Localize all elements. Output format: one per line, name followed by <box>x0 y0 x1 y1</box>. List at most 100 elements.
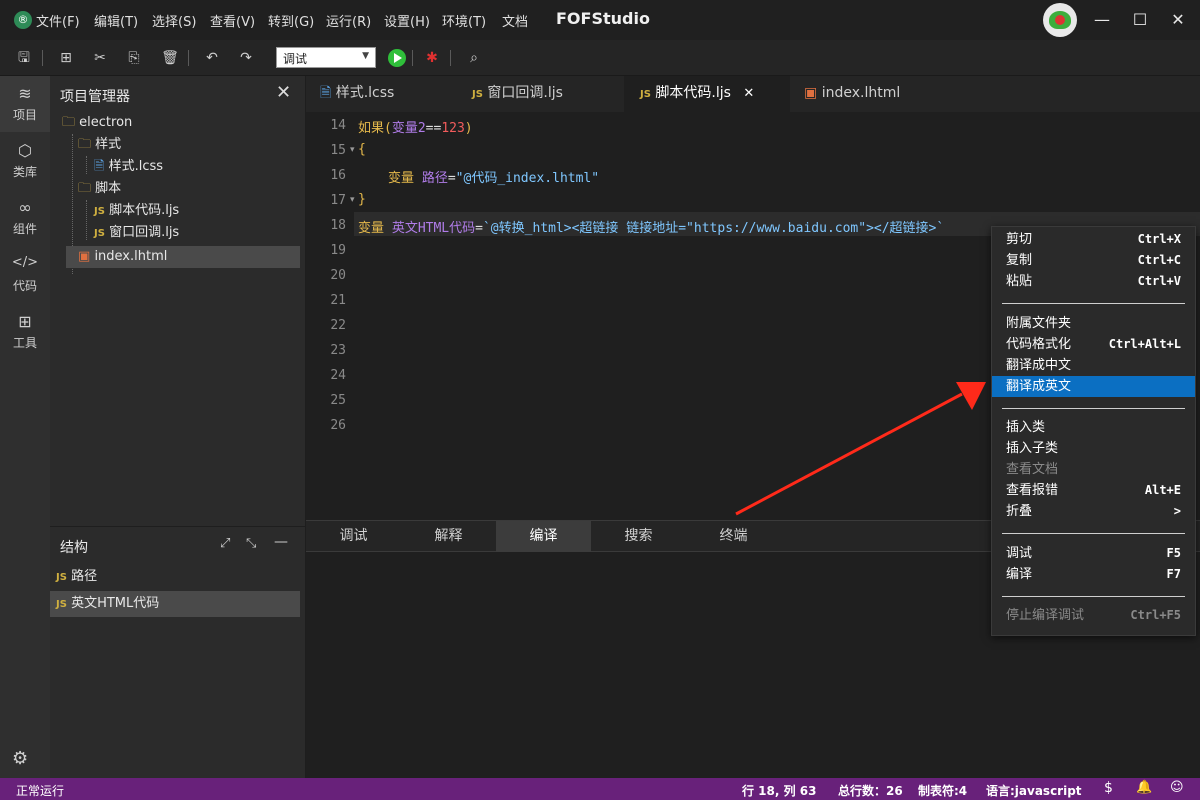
line-number: 19 <box>330 243 346 258</box>
menu-edit[interactable]: 编辑(T) <box>94 11 138 30</box>
menu-item-shortcut: F7 <box>1166 567 1181 581</box>
menu-item-copy[interactable]: 复制 Ctrl+C <box>992 250 1195 271</box>
maximize-icon[interactable]: ☐ <box>1128 8 1152 32</box>
save-icon[interactable]: 🖫 <box>14 48 34 68</box>
close-window-icon[interactable]: ✕ <box>1166 8 1190 32</box>
status-language[interactable]: 语言:javascript <box>986 782 1082 799</box>
code-line: 变量 英文HTML代码=`@转换_html><超链接 链接地址="https:/… <box>358 217 944 236</box>
activity-project[interactable]: ≋ 项目 <box>0 76 50 132</box>
menu-item-shortcut: Ctrl+X <box>1137 232 1181 246</box>
fold-chevron-icon[interactable]: ▾ <box>350 145 355 155</box>
tree-item-electron[interactable]: 🗀 electron <box>62 112 132 134</box>
menu-file[interactable]: 文件(F) <box>36 11 80 30</box>
tree-item-styles-file[interactable]: 🗎 样式.lcss <box>94 156 163 178</box>
menu-item-insert-subclass[interactable]: 插入子类 <box>992 438 1195 459</box>
panel-tab-terminal[interactable]: 终端 <box>686 521 781 552</box>
tab-script-code[interactable]: JS 脚本代码.ljs ✕ <box>624 76 790 112</box>
menu-item-format-code[interactable]: 代码格式化 Ctrl+Alt+L <box>992 334 1195 355</box>
menu-item-paste[interactable]: 粘贴 Ctrl+V <box>992 271 1195 292</box>
cut-icon[interactable]: ✂ <box>90 48 110 68</box>
panel-tab-interpret[interactable]: 解释 <box>401 521 496 552</box>
donate-icon[interactable]: $ <box>1104 780 1113 796</box>
menu-item-attached-folder[interactable]: 附属文件夹 <box>992 313 1195 334</box>
mode-select[interactable]: 调试 ▼ <box>276 47 376 68</box>
menu-select[interactable]: 选择(S) <box>152 11 196 30</box>
close-tab-icon[interactable]: ✕ <box>743 86 754 101</box>
feedback-icon[interactable]: ☺ <box>1170 780 1184 795</box>
menu-settings[interactable]: 设置(H) <box>384 11 430 30</box>
tree-item-window-callback[interactable]: JS 窗口回调.ljs <box>94 222 179 244</box>
panel-tab-search[interactable]: 搜索 <box>591 521 686 552</box>
expand-icon[interactable]: ⤢ <box>220 536 230 551</box>
folder-icon: 🗀 <box>78 137 92 152</box>
copy-icon[interactable]: ⎘ <box>124 48 144 68</box>
line-number: 26 <box>330 418 346 433</box>
new-file-icon[interactable]: ⊞ <box>56 48 76 68</box>
menu-goto[interactable]: 转到(G) <box>268 11 314 30</box>
activity-tools[interactable]: ⊞ 工具 <box>0 304 50 360</box>
code-token: 变量 <box>388 171 422 186</box>
menu-item-stop-debug: 停止编译调试 Ctrl+F5 <box>992 605 1195 626</box>
structure-item[interactable]: JS 英文HTML代码 <box>56 593 159 615</box>
menu-run[interactable]: 运行(R) <box>326 11 371 30</box>
gear-icon[interactable]: ⚙ <box>12 748 28 769</box>
code-line: 变量 路径="@代码_index.lhtml" <box>388 167 599 186</box>
code-token: 变量 <box>358 221 392 236</box>
activity-library[interactable]: ⬡ 类库 <box>0 133 50 189</box>
code-token: 变量2 <box>391 121 426 136</box>
minimize-panel-icon[interactable]: — <box>274 534 288 550</box>
line-number: 25 <box>330 393 346 408</box>
title-bar: ® 文件(F) 编辑(T) 选择(S) 查看(V) 转到(G) 运行(R) 设置… <box>0 0 1200 40</box>
menu-item-insert-class[interactable]: 插入类 <box>992 417 1195 438</box>
panel-tab-debug[interactable]: 调试 <box>306 521 401 552</box>
menu-item-label: 查看文档 <box>1006 462 1059 477</box>
structure-item[interactable]: JS 路径 <box>56 566 97 588</box>
menu-item-fold[interactable]: 折叠 > <box>992 501 1195 522</box>
activity-code[interactable]: </> 代码 <box>0 247 50 303</box>
search-file-icon[interactable]: ⌕ <box>464 48 484 68</box>
folder-icon: 🗀 <box>78 181 92 196</box>
activity-components[interactable]: ∞ 组件 <box>0 190 50 246</box>
panel-tab-compile[interactable]: 编译 <box>496 521 591 552</box>
bell-icon[interactable]: 🔔 <box>1136 780 1152 795</box>
code-line: { <box>358 142 366 157</box>
menu-item-compile[interactable]: 编译 F7 <box>992 564 1195 585</box>
collapse-icon[interactable]: ⤡ <box>246 536 256 551</box>
menu-item-label: 调试 <box>1006 546 1033 561</box>
menu-item-debug[interactable]: 调试 F5 <box>992 543 1195 564</box>
avatar[interactable] <box>1043 3 1077 37</box>
status-tab-size[interactable]: 制表符:4 <box>918 782 967 799</box>
tab-window-callback[interactable]: JS 窗口回调.ljs <box>456 76 624 112</box>
tree-item-label: 样式.lcss <box>108 159 164 174</box>
tree-item-index-html[interactable]: ▣ index.lhtml <box>78 246 167 268</box>
menu-item-label: 翻译成中文 <box>1006 358 1072 373</box>
tree-item-label: 样式 <box>95 137 122 152</box>
menu-environment[interactable]: 环境(T) <box>442 11 486 30</box>
menu-view[interactable]: 查看(V) <box>210 11 255 30</box>
tree-item-label: 窗口回调.ljs <box>109 225 180 240</box>
tree-item-script-code[interactable]: JS 脚本代码.ljs <box>94 200 179 222</box>
tab-index-lhtml[interactable]: ▣ index.lhtml <box>790 76 960 112</box>
menu-item-translate-chinese[interactable]: 翻译成中文 <box>992 355 1195 376</box>
redo-icon[interactable]: ↷ <box>236 48 256 68</box>
toolbar-divider <box>42 50 43 66</box>
fold-chevron-icon[interactable]: ▾ <box>350 195 355 205</box>
minimize-icon[interactable]: — <box>1090 8 1114 32</box>
undo-icon[interactable]: ↶ <box>202 48 222 68</box>
close-icon[interactable]: ✕ <box>276 82 291 103</box>
tab-styles-lcss[interactable]: 🗎 样式.lcss <box>306 76 456 112</box>
menu-item-view-errors[interactable]: 查看报错 Alt+E <box>992 480 1195 501</box>
menu-item-cut[interactable]: 剪切 Ctrl+X <box>992 229 1195 250</box>
run-icon[interactable] <box>388 49 406 67</box>
debug-bug-icon[interactable]: ✱ <box>422 48 442 68</box>
menu-item-translate-english[interactable]: 翻译成英文 <box>992 376 1195 397</box>
tree-item-scripts-folder[interactable]: 🗀 脚本 <box>78 178 121 200</box>
delete-icon[interactable]: 🗑 <box>160 48 180 68</box>
toolbar-divider <box>450 50 451 66</box>
status-cursor-position[interactable]: 行 18, 列 63 <box>742 782 817 799</box>
tree-item-styles-folder[interactable]: 🗀 样式 <box>78 134 121 156</box>
code-token: `@转换_html><超链接 链接地址="https://www.baidu.c… <box>482 221 945 236</box>
menu-item-label: 代码格式化 <box>1006 337 1072 352</box>
menu-item-label: 翻译成英文 <box>1006 379 1072 394</box>
menu-docs[interactable]: 文档 <box>502 11 528 30</box>
